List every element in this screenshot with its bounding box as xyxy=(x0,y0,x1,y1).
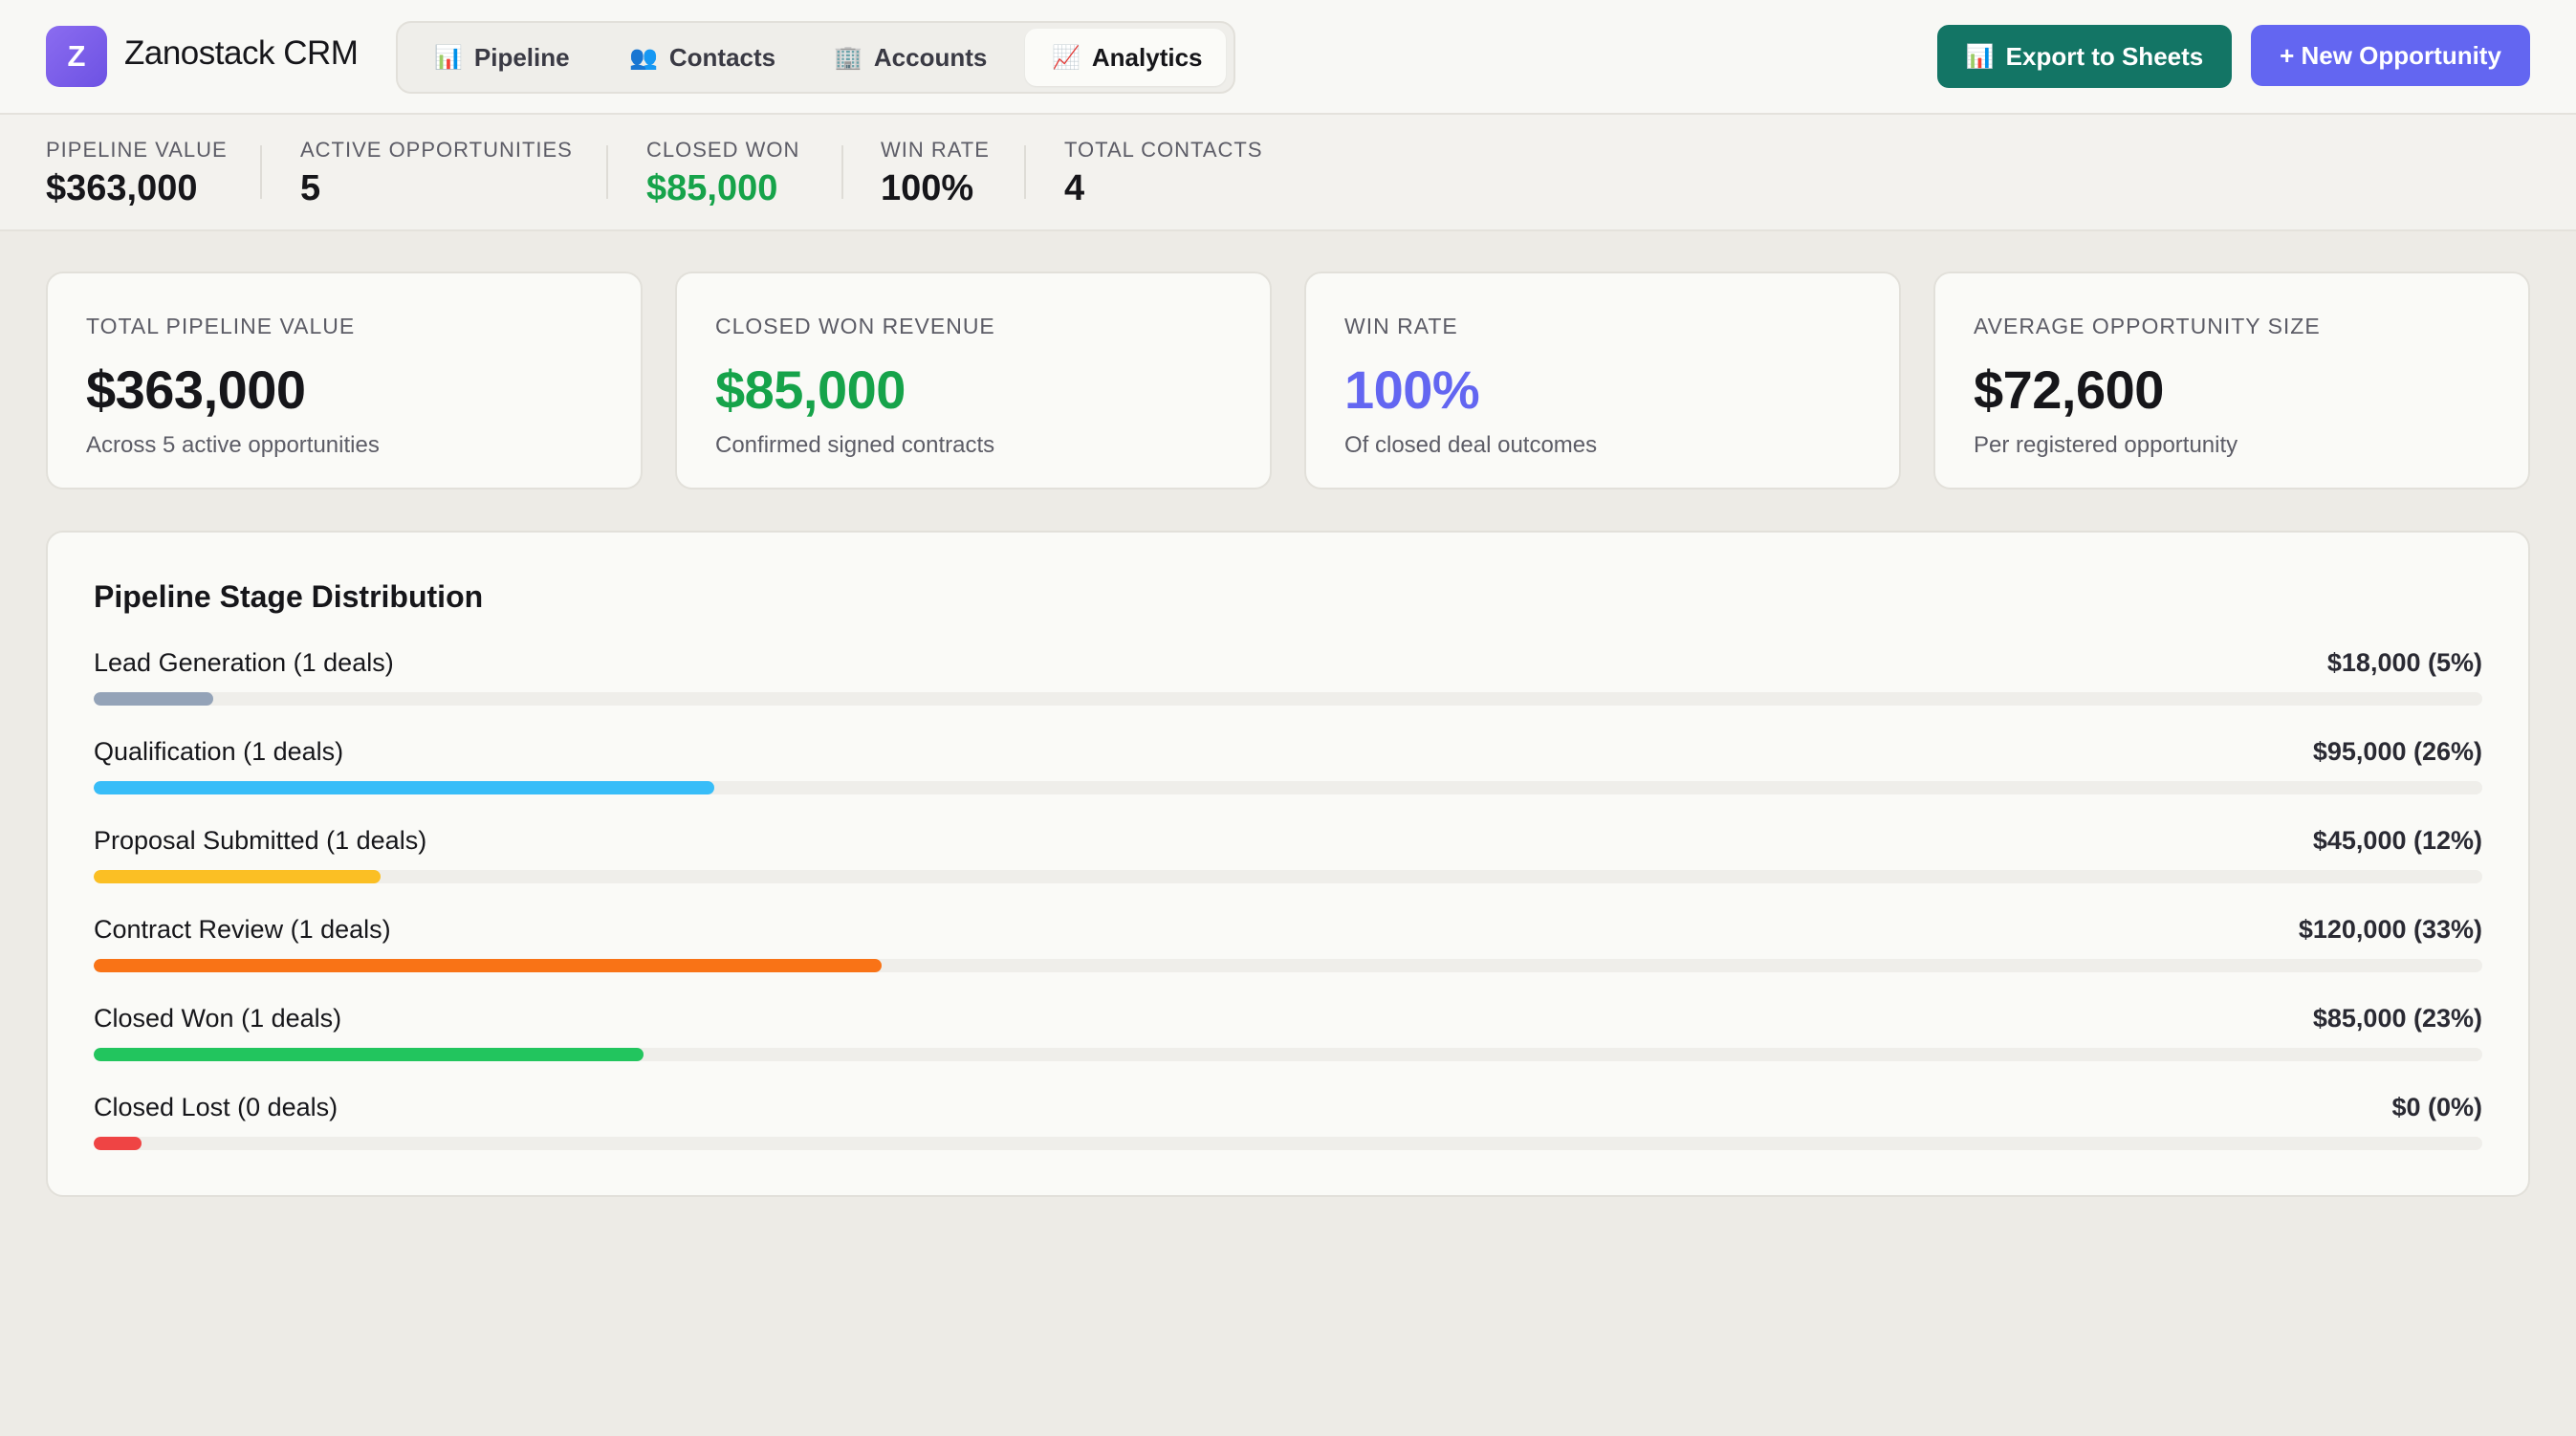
kpi-card-win-rate: WIN RATE 100% Of closed deal outcomes xyxy=(1304,272,1901,490)
stage-progress-fill xyxy=(94,1137,142,1150)
kpi-label: CLOSED WON REVENUE xyxy=(715,314,995,338)
stage-progress-track xyxy=(94,781,2482,794)
stage-progress-track xyxy=(94,692,2482,706)
panel-title: Pipeline Stage Distribution xyxy=(94,579,484,614)
tab-accounts-label: Accounts xyxy=(873,42,988,72)
stage-amount: $120,000 (33%) xyxy=(2298,915,2482,944)
stage-progress-fill xyxy=(94,1048,644,1061)
app-title: Zanostack CRM xyxy=(124,34,359,72)
tab-accounts[interactable]: 🏢 Accounts xyxy=(824,29,996,86)
export-button-label: Export to Sheets xyxy=(2005,41,2204,71)
stat-value: 4 xyxy=(1064,168,1085,208)
stat-label: PIPELINE VALUE xyxy=(46,138,228,162)
kpi-label: AVERAGE OPPORTUNITY SIZE xyxy=(1974,314,2321,338)
stage-row-proposal-submitted: Proposal Submitted (1 deals) $45,000 (12… xyxy=(94,826,2482,893)
kpi-subtext: Across 5 active opportunities xyxy=(86,432,380,458)
kpi-value: 100% xyxy=(1344,359,1480,420)
stat-label: CLOSED WON xyxy=(646,138,800,162)
stat-total-contacts: TOTAL CONTACTS 4 xyxy=(1064,138,1263,209)
stage-amount: $0 (0%) xyxy=(2391,1093,2482,1121)
tab-analytics-label: Analytics xyxy=(1091,42,1203,72)
kpi-subtext: Of closed deal outcomes xyxy=(1344,432,1598,458)
kpi-card-closed-won-revenue: CLOSED WON REVENUE $85,000 Confirmed sig… xyxy=(675,272,1272,490)
stage-progress-track xyxy=(94,959,2482,972)
tab-contacts-label: Contacts xyxy=(668,42,776,72)
stat-divider xyxy=(260,145,262,199)
stat-divider xyxy=(841,145,843,199)
kpi-value: $72,600 xyxy=(1974,359,2164,420)
tab-pipeline[interactable]: 📊 Pipeline xyxy=(425,29,587,86)
stage-progress-track xyxy=(94,1048,2482,1061)
tab-contacts[interactable]: 👥 Contacts xyxy=(620,29,792,86)
summary-stats-bar: PIPELINE VALUE $363,000 ACTIVE OPPORTUNI… xyxy=(0,115,2576,231)
kpi-value: $85,000 xyxy=(715,359,906,420)
stat-closed-won: CLOSED WON $85,000 xyxy=(646,138,799,209)
stage-progress-fill xyxy=(94,870,381,883)
stage-row-qualification: Qualification (1 deals) $95,000 (26%) xyxy=(94,737,2482,804)
stat-value: 100% xyxy=(881,168,974,208)
kpi-card-average-opportunity: AVERAGE OPPORTUNITY SIZE $72,600 Per reg… xyxy=(1933,272,2530,490)
stage-label: Closed Won (1 deals) xyxy=(94,1004,342,1033)
stat-value: $85,000 xyxy=(646,168,778,208)
kpi-label: TOTAL PIPELINE VALUE xyxy=(86,314,356,338)
stat-pipeline-value: PIPELINE VALUE $363,000 xyxy=(46,138,228,209)
export-to-sheets-button[interactable]: 📊 Export to Sheets xyxy=(1937,25,2232,88)
kpi-label: WIN RATE xyxy=(1344,314,1458,338)
stage-label: Contract Review (1 deals) xyxy=(94,915,391,944)
stage-row-lead-generation: Lead Generation (1 deals) $18,000 (5%) xyxy=(94,648,2482,715)
stage-label: Closed Lost (0 deals) xyxy=(94,1093,338,1121)
stage-progress-fill xyxy=(94,692,213,706)
stage-progress-track xyxy=(94,870,2482,883)
stat-value: $363,000 xyxy=(46,168,198,208)
stat-active-opportunities: ACTIVE OPPORTUNITIES 5 xyxy=(300,138,573,209)
stat-divider xyxy=(606,145,608,199)
stage-label: Qualification (1 deals) xyxy=(94,737,344,766)
bar-chart-icon: 📊 xyxy=(434,44,463,71)
trend-chart-icon: 📈 xyxy=(1052,44,1081,71)
stage-row-closed-won: Closed Won (1 deals) $85,000 (23%) xyxy=(94,1004,2482,1071)
building-icon: 🏢 xyxy=(834,44,862,71)
stage-label: Proposal Submitted (1 deals) xyxy=(94,826,427,855)
app-logo[interactable]: Z xyxy=(46,26,107,87)
new-opportunity-button[interactable]: + New Opportunity xyxy=(2251,25,2530,86)
kpi-subtext: Confirmed signed contracts xyxy=(715,432,995,458)
stage-label: Lead Generation (1 deals) xyxy=(94,648,394,677)
kpi-value: $363,000 xyxy=(86,359,306,420)
people-icon: 👥 xyxy=(629,44,658,71)
kpi-subtext: Per registered opportunity xyxy=(1974,432,2238,458)
stage-progress-track xyxy=(94,1137,2482,1150)
top-header: Z Zanostack CRM 📊 Pipeline 👥 Contacts 🏢 … xyxy=(0,0,2576,115)
stat-win-rate: WIN RATE 100% xyxy=(881,138,990,209)
stat-label: WIN RATE xyxy=(881,138,990,162)
tab-analytics[interactable]: 📈 Analytics xyxy=(1025,29,1226,86)
stage-amount: $45,000 (12%) xyxy=(2312,826,2482,855)
stage-amount: $85,000 (23%) xyxy=(2312,1004,2482,1033)
stat-divider xyxy=(1024,145,1026,199)
new-opportunity-label: + New Opportunity xyxy=(2280,40,2501,70)
spreadsheet-icon: 📊 xyxy=(1965,43,1995,70)
stage-row-contract-review: Contract Review (1 deals) $120,000 (33%) xyxy=(94,915,2482,982)
tab-pipeline-label: Pipeline xyxy=(473,42,570,72)
stat-label: ACTIVE OPPORTUNITIES xyxy=(300,138,573,162)
stage-amount: $18,000 (5%) xyxy=(2326,648,2482,677)
kpi-card-total-pipeline: TOTAL PIPELINE VALUE $363,000 Across 5 a… xyxy=(46,272,643,490)
stat-label: TOTAL CONTACTS xyxy=(1064,138,1263,162)
stage-progress-fill xyxy=(94,781,715,794)
pipeline-stage-distribution-panel: Pipeline Stage Distribution Lead Generat… xyxy=(46,531,2530,1197)
main-nav: 📊 Pipeline 👥 Contacts 🏢 Accounts 📈 Analy… xyxy=(396,21,1235,94)
stage-amount: $95,000 (26%) xyxy=(2312,737,2482,766)
stat-value: 5 xyxy=(300,168,321,208)
stage-row-closed-lost: Closed Lost (0 deals) $0 (0%) xyxy=(94,1093,2482,1160)
stage-progress-fill xyxy=(94,959,883,972)
